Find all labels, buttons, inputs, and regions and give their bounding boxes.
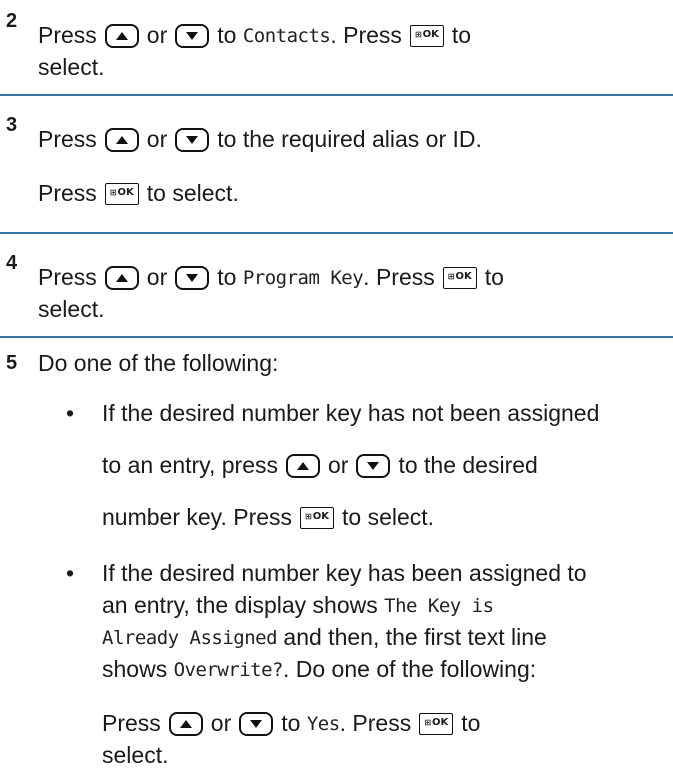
ok-button-icon: ⊞OK — [300, 506, 335, 529]
sub-step-line-1: Press or to Yes. Press ⊞OK to — [102, 710, 481, 736]
ok-button-icon: ⊞OK — [442, 266, 477, 289]
up-arrow-icon — [286, 453, 320, 478]
up-arrow-icon — [104, 23, 139, 48]
ok-button-icon: ⊞OK — [104, 182, 139, 205]
step-text: Press or to Contacts. Press ⊞OK to — [38, 22, 472, 48]
up-arrow-icon — [104, 265, 139, 290]
step-text-cont: select. — [38, 296, 105, 322]
sub-step-line-2: select. — [102, 742, 169, 768]
step-text-cont: Press ⊞OK to select. — [38, 180, 239, 206]
bullet-1-line-2: to an entry, press or to the desired — [102, 452, 538, 478]
divider — [0, 94, 673, 96]
down-arrow-icon — [175, 127, 210, 152]
ok-button-icon: ⊞OK — [409, 24, 444, 47]
bullet-2-line-3: Already Assigned and then, the first tex… — [102, 624, 547, 650]
step-number: 3 — [6, 114, 18, 136]
bullet: • — [66, 400, 75, 426]
step-text-cont: select. — [38, 54, 105, 80]
up-arrow-icon — [168, 711, 203, 736]
step-text: Press or to Program Key. Press ⊞OK to — [38, 264, 504, 290]
step-number: 5 — [6, 352, 18, 374]
down-arrow-icon — [175, 23, 210, 48]
up-arrow-icon — [104, 127, 139, 152]
down-arrow-icon — [356, 453, 391, 478]
step-intro: Do one of the following: — [38, 350, 279, 376]
divider — [0, 336, 673, 338]
down-arrow-icon — [239, 711, 274, 736]
bullet-1-line-1: If the desired number key has not been a… — [102, 400, 600, 426]
bullet-2-line-4: shows Overwrite?. Do one of the followin… — [102, 656, 537, 682]
step-text: Press or to the required alias or ID. — [38, 126, 482, 152]
divider — [0, 232, 673, 234]
ok-button-icon: ⊞OK — [419, 712, 454, 735]
step-number: 4 — [6, 252, 18, 274]
bullet-2-line-2: an entry, the display shows The Key is — [102, 592, 494, 618]
bullet: • — [66, 560, 75, 586]
down-arrow-icon — [175, 265, 210, 290]
step-number: 2 — [6, 10, 18, 32]
bullet-2-line-1: If the desired number key has been assig… — [102, 560, 587, 586]
bullet-1-line-3: number key. Press ⊞OK to select. — [102, 504, 435, 530]
